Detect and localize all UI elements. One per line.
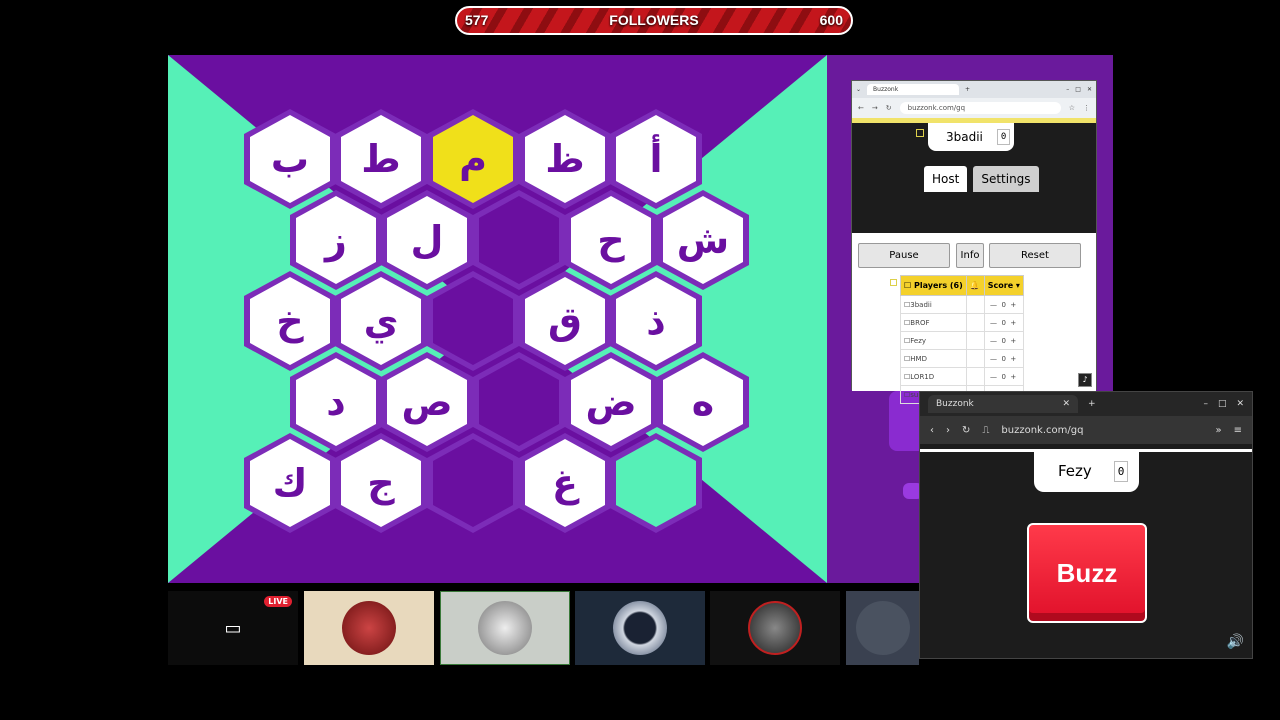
tab-host[interactable]: Host [924, 166, 968, 192]
host-player-score: 0 [996, 129, 1011, 145]
player-cell[interactable]: ☐BROF [900, 313, 967, 332]
speaker-icon[interactable]: 🔊 [1227, 634, 1244, 650]
table-row: ☐HMD — 0 + [900, 349, 1024, 368]
host-tab-bar: ⌄ Buzzonk + – □ ✕ [852, 81, 1096, 98]
score-cell: — 0 + [983, 295, 1024, 314]
player-url-bar: ‹ › ↻ ⎍ buzzonk.com/gq » ≡ [920, 416, 1252, 444]
collapse-icon[interactable] [890, 279, 897, 286]
buzz-button[interactable]: Buzz [1027, 523, 1147, 623]
avatar [342, 601, 396, 655]
avatar [748, 601, 802, 655]
minimize-icon[interactable]: – [1066, 86, 1069, 93]
player-card: Fezy 0 [1034, 450, 1139, 492]
bookmark-icon[interactable]: ⎍ [982, 425, 989, 436]
host-url-bar: ← → ↻ buzzonk.com/gq ☆ ⋮ [852, 98, 1096, 118]
table-row: ☐3badii — 0 + [900, 295, 1024, 314]
reload-icon[interactable]: ↻ [886, 104, 892, 112]
host-player-name: 3badii [946, 130, 983, 144]
speaker-icon[interactable]: ♪ [1078, 373, 1092, 387]
avatar [478, 601, 532, 655]
back-icon[interactable]: ‹ [930, 425, 934, 436]
new-tab-icon[interactable]: + [965, 86, 970, 93]
table-row: ☐Fezy — 0 + [900, 331, 1024, 350]
player-cell[interactable]: ☐3badii [900, 295, 967, 314]
forward-icon[interactable]: → [872, 104, 878, 112]
participant-tile[interactable] [575, 591, 705, 665]
avatar [613, 601, 667, 655]
score-cell: — 0 + [983, 331, 1024, 350]
followers-label: FOLLOWERS [609, 12, 699, 28]
screen-share-icon: ▭ [224, 617, 242, 639]
pause-button[interactable]: Pause [858, 243, 950, 268]
score-cell: — 0 + [983, 313, 1024, 332]
menu-icon[interactable]: ≡ [1234, 425, 1242, 436]
host-page: 3badii 0 Host Settings Pause Info Reset … [852, 123, 1096, 404]
host-tabs: Host Settings [924, 166, 1039, 192]
player-browser-tab[interactable]: Buzzonk ✕ [928, 395, 1078, 413]
players-table: ☐ Players (6) 🔔 Score ▾ ☐3badii — 0 + ☐B… [900, 275, 1024, 404]
tab-settings[interactable]: Settings [973, 166, 1039, 192]
chevron-down-icon[interactable]: ⌄ [856, 86, 861, 93]
player-browser-window: Buzzonk ✕ + – □ ✕ ‹ › ↻ ⎍ buzzonk.com/gq… [919, 391, 1253, 659]
player-name: Fezy [1058, 462, 1092, 480]
menu-icon[interactable]: ⋮ [1083, 104, 1090, 112]
avatar [855, 601, 910, 655]
live-badge: LIVE [264, 596, 292, 607]
participant-tile[interactable] [710, 591, 840, 665]
host-player-card: 3badii 0 [928, 123, 1014, 151]
back-icon[interactable]: ← [858, 104, 864, 112]
followers-goal-bar: 577 FOLLOWERS 600 [455, 6, 853, 35]
host-browser-tab[interactable]: Buzzonk [867, 84, 960, 95]
extensions-icon[interactable]: » [1215, 425, 1221, 436]
maximize-icon[interactable]: □ [1075, 86, 1081, 93]
letter-hex-board: ب ط م ظ أ ز ل ح ش خ ي ق ذ د ص ض ه ك ج غ [168, 55, 827, 583]
player-tab-bar: Buzzonk ✕ + – □ ✕ [920, 392, 1252, 416]
host-browser-window: ⌄ Buzzonk + – □ ✕ ← → ↻ buzzonk.com/gq ☆… [851, 80, 1097, 404]
flag-header-icon: 🔔 [965, 275, 985, 296]
participant-tile[interactable] [304, 591, 434, 665]
score-header[interactable]: Score ▾ [983, 275, 1024, 296]
close-icon[interactable]: ✕ [1087, 86, 1092, 93]
expand-icon[interactable] [916, 129, 924, 137]
player-cell[interactable]: ☐LOR1D [900, 367, 967, 386]
reset-button[interactable]: Reset [989, 243, 1081, 268]
player-cell[interactable]: ☐HMD [900, 349, 967, 368]
info-button[interactable]: Info [956, 243, 984, 268]
forward-icon[interactable]: › [946, 425, 950, 436]
maximize-icon[interactable]: □ [1218, 399, 1227, 409]
players-table-header: ☐ Players (6) 🔔 Score ▾ [900, 275, 1024, 296]
score-cell: — 0 + [983, 367, 1024, 386]
close-icon[interactable]: ✕ [1236, 399, 1244, 409]
table-row: ☐LOR1D — 0 + [900, 367, 1024, 386]
minimize-icon[interactable]: – [1203, 399, 1208, 409]
score-cell: — 0 + [983, 349, 1024, 368]
new-tab-icon[interactable]: + [1088, 399, 1096, 409]
player-cell[interactable]: ☐Fezy [900, 331, 967, 350]
player-score: 0 [1113, 460, 1129, 482]
host-address-field[interactable]: buzzonk.com/gq [899, 102, 1061, 114]
players-header[interactable]: ☐ Players (6) [900, 275, 967, 296]
followers-goal: 600 [819, 12, 843, 28]
close-tab-icon[interactable]: ✕ [1062, 399, 1070, 409]
star-icon[interactable]: ☆ [1069, 104, 1075, 112]
player-address-field[interactable]: buzzonk.com/gq [1001, 425, 1203, 436]
table-row: ☐BROF — 0 + [900, 313, 1024, 332]
participant-tile[interactable] [440, 591, 570, 665]
streamer-tile[interactable]: LIVE ▭ [168, 591, 298, 665]
reload-icon[interactable]: ↻ [962, 425, 970, 436]
participant-tile[interactable] [846, 591, 919, 665]
